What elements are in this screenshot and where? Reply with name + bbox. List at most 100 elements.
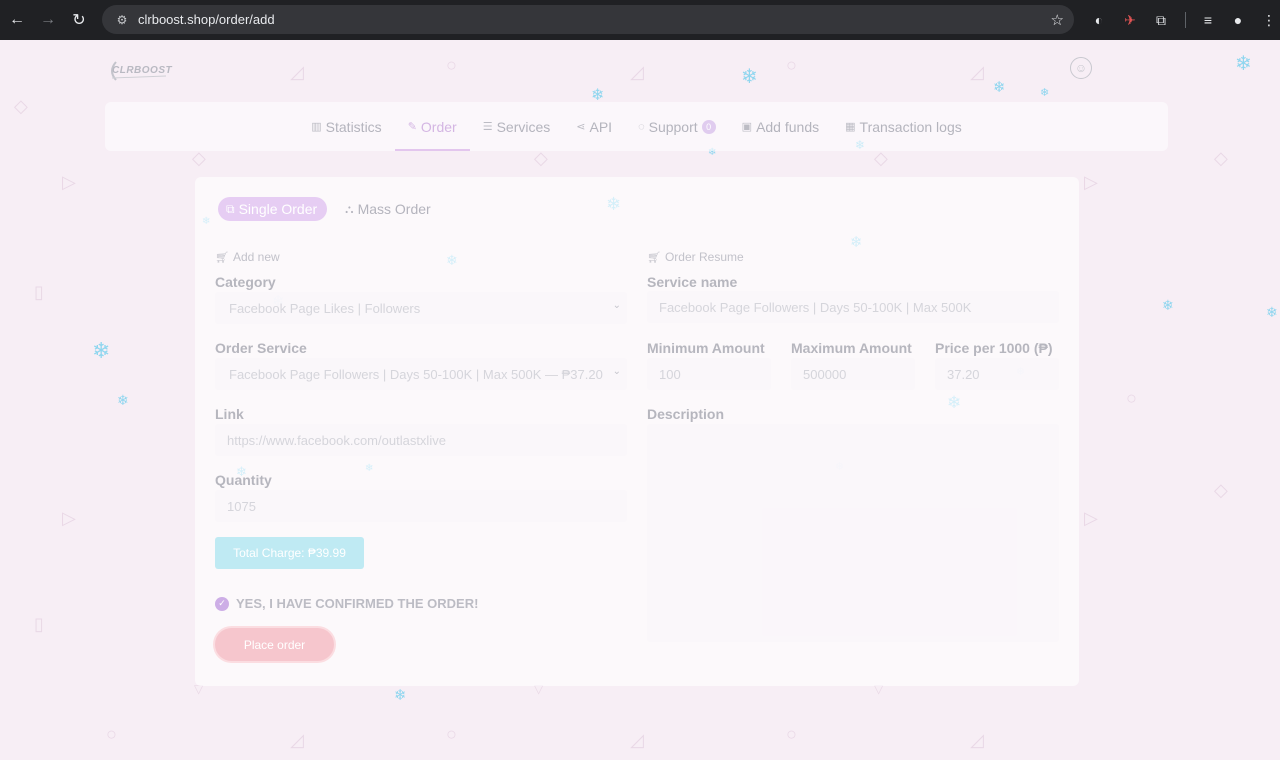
address-bar[interactable]: ⚙ clrboost.shop/order/add ☆ xyxy=(102,5,1074,34)
diamond-decoration: ◇ xyxy=(874,148,888,168)
nav-statistics[interactable]: ▥ Statistics xyxy=(298,102,394,151)
maximum-amount-label: Maximum Amount xyxy=(791,340,912,356)
share-icon: ⋖ xyxy=(576,121,586,133)
circle-decoration: ○ xyxy=(786,724,797,744)
checkmark-icon[interactable]: ✓ xyxy=(215,596,229,611)
nav-label: Services xyxy=(496,118,551,135)
triangle-decoration: ◿ xyxy=(630,730,644,750)
snowflake-icon: ❄ xyxy=(741,66,758,88)
reload-icon[interactable]: ↻ xyxy=(64,5,94,35)
description-box[interactable] xyxy=(647,424,1059,642)
order-tabs: ⧉ Single Order ⛬ Mass Order xyxy=(218,197,431,221)
snowflake-icon: ❄ xyxy=(1162,297,1174,313)
extension-icon[interactable]: ◐ xyxy=(1088,9,1110,31)
nav-label: Support xyxy=(648,118,698,135)
place-order-button[interactable]: Place order xyxy=(215,628,334,661)
browser-toolbar: ← → ↻ ⚙ clrboost.shop/order/add ☆ ◐ ✈ ⧉ … xyxy=(0,0,1280,40)
snowflake-icon: ❄ xyxy=(1040,87,1050,99)
cart-icon: 🛒︎ xyxy=(647,251,661,264)
snowflake-icon: ❄ xyxy=(993,79,1006,96)
forward-icon[interactable]: → xyxy=(33,5,63,35)
nav-services[interactable]: ☰ Services xyxy=(470,102,564,151)
url-text: clrboost.shop/order/add xyxy=(138,12,275,27)
triangle-decoration: ◿ xyxy=(970,730,984,750)
bar-decoration: ▯ xyxy=(34,282,44,302)
nav-api[interactable]: ⋖ API xyxy=(563,102,625,151)
nav-label: Statistics xyxy=(325,118,382,135)
snowflake-icon: ❄ xyxy=(1235,53,1252,75)
media-queue-icon[interactable]: ≡ xyxy=(1197,9,1219,31)
order-resume-heading: 🛒︎ Order Resume xyxy=(647,250,744,264)
triangle-decoration: ◿ xyxy=(970,62,984,82)
triangle-decoration: ◿ xyxy=(290,730,304,750)
maximum-amount-field: 500000 xyxy=(791,358,915,390)
nav-support[interactable]: ◌ Support 0 xyxy=(625,102,729,151)
support-badge: 0 xyxy=(701,119,716,134)
circle-decoration: ○ xyxy=(446,724,457,744)
triangle-decoration: ▷ xyxy=(62,172,76,192)
triangle-decoration: ▷ xyxy=(1084,508,1098,528)
tab-mass-order[interactable]: ⛬ Mass Order xyxy=(345,197,431,221)
nav-transaction-logs[interactable]: ▦ Transaction logs xyxy=(832,102,975,151)
tab-single-order[interactable]: ⧉ Single Order xyxy=(218,197,328,221)
minimum-amount-field: 100 xyxy=(647,358,771,390)
snowflake-icon: ❄ xyxy=(394,687,407,704)
tab-label: Single Order xyxy=(238,201,318,217)
chevron-down-icon: ⌄ xyxy=(612,366,621,377)
puzzle-icon[interactable]: ⧉ xyxy=(1150,9,1172,31)
add-new-heading: 🛒︎ Add new xyxy=(215,250,280,264)
rocket-extension-icon[interactable]: ✈ xyxy=(1119,9,1141,31)
circle-decoration: ○ xyxy=(446,55,457,75)
nav-add-funds[interactable]: ▣ Add funds xyxy=(729,102,832,151)
description-label: Description xyxy=(647,406,725,422)
quantity-input[interactable]: 1075 xyxy=(215,490,627,522)
price-per-1000-field: 37.20 xyxy=(935,358,1059,390)
confirm-checkbox-row[interactable]: ✓ YES, I HAVE CONFIRMED THE ORDER! xyxy=(215,596,478,611)
total-charge-display: Total Charge: ₱39.99 xyxy=(215,537,364,569)
triangle-decoration: ▷ xyxy=(1084,172,1098,192)
sitemap-icon: ⛬ xyxy=(345,201,354,216)
bookmark-star-icon[interactable]: ☆ xyxy=(1051,11,1064,29)
site-info-icon[interactable]: ⚙ xyxy=(108,13,136,27)
nav-order[interactable]: ✎ Order xyxy=(394,102,470,151)
profile-icon[interactable]: ● xyxy=(1227,9,1249,31)
wallet-icon: ▣ xyxy=(741,121,753,133)
toolbar-divider xyxy=(1185,12,1186,28)
confirm-label: YES, I HAVE CONFIRMED THE ORDER! xyxy=(236,596,479,611)
diamond-decoration: ◇ xyxy=(14,96,28,116)
brand-logo-text: CLRBOOST xyxy=(112,65,173,76)
circle-decoration: ○ xyxy=(106,724,117,744)
circle-decoration: ○ xyxy=(1126,388,1137,408)
link-input[interactable]: https://www.facebook.com/outlastxlive xyxy=(215,424,627,456)
nav-label: Transaction logs xyxy=(859,118,962,135)
diamond-decoration: ◇ xyxy=(192,148,206,168)
calendar-icon: ▦ xyxy=(845,121,856,133)
nav-label: API xyxy=(589,118,613,135)
diamond-decoration: ◇ xyxy=(1214,148,1228,168)
circle-decoration: ○ xyxy=(786,55,797,75)
tab-label: Mass Order xyxy=(357,201,431,217)
list-icon: ☰ xyxy=(482,121,493,133)
diamond-decoration: ◇ xyxy=(1214,480,1228,500)
menu-kebab-icon[interactable]: ⋮ xyxy=(1258,9,1280,31)
link-label: Link xyxy=(215,406,244,422)
user-avatar-icon[interactable]: ☺ xyxy=(1070,57,1092,79)
snowflake-icon: ❄ xyxy=(117,392,129,408)
category-select[interactable]: Facebook Page Likes | Followers ⌄ xyxy=(215,292,627,324)
snowflake-icon: ❄ xyxy=(1266,304,1278,320)
back-icon[interactable]: ← xyxy=(2,5,32,35)
main-navigation: ▥ Statistics ✎ Order ☰ Services ⋖ API ◌ … xyxy=(105,102,1168,151)
category-label: Category xyxy=(215,274,276,290)
order-service-select[interactable]: Facebook Page Followers | Days 50-100K |… xyxy=(215,358,627,390)
diamond-decoration: ◇ xyxy=(534,148,548,168)
triangle-decoration: ◿ xyxy=(290,62,304,82)
cart-icon: 🛒︎ xyxy=(215,251,229,264)
price-per-1000-label: Price per 1000 (₱) xyxy=(935,340,1053,356)
bar-decoration: ▯ xyxy=(34,614,44,634)
chat-icon: ◌ xyxy=(638,120,645,133)
minimum-amount-label: Minimum Amount xyxy=(647,340,765,356)
triangle-decoration: ▷ xyxy=(62,508,76,528)
copy-icon: ⧉ xyxy=(226,201,235,216)
edit-icon: ✎ xyxy=(407,121,417,133)
service-name-label: Service name xyxy=(647,274,738,290)
